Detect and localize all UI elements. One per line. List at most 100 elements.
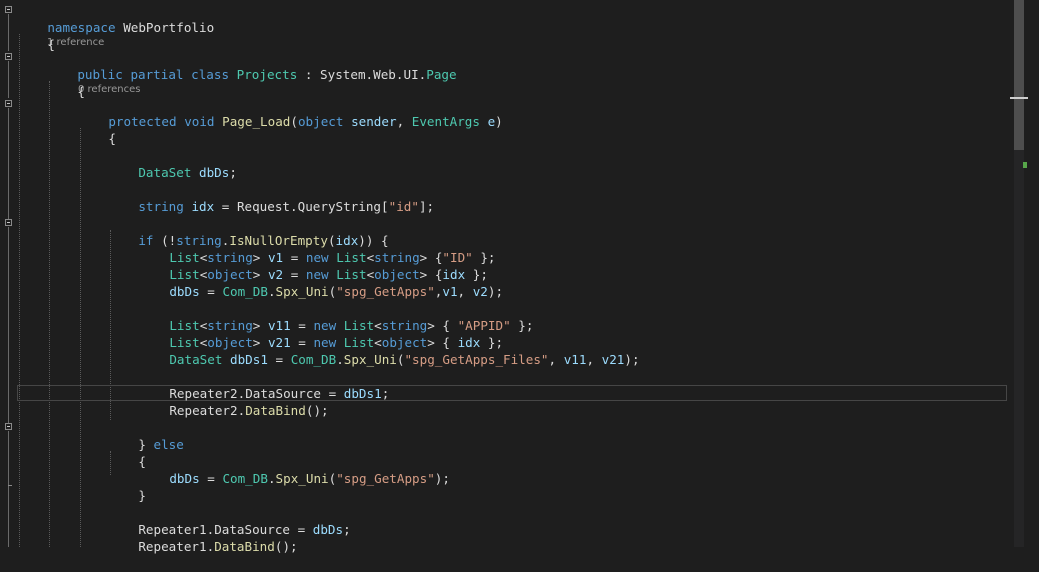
punctuation-token: ) [495,114,503,129]
scrollbar-thumb[interactable] [1014,0,1024,150]
code-line[interactable]: } else [108,419,184,452]
class-name-token: DataSet [169,352,223,367]
keyword-token: class [191,67,230,82]
code-line[interactable]: Repeater1.DataBind(); [108,521,297,554]
punctuation-token: ); [487,284,504,299]
string-token: "id" [388,199,419,214]
method-name-token: Page_Load [222,114,291,129]
class-name-token: Com_DB [222,471,268,486]
outlining-margin [0,0,17,547]
string-token: "spg_GetApps" [336,471,435,486]
codelens-class-references[interactable]: 1 reference [47,37,104,49]
keyword-token: protected [108,114,177,129]
outline-line [8,227,9,423]
brace-token: { [108,131,116,146]
code-line[interactable]: } [108,470,146,503]
punctuation-token: , [586,352,602,367]
code-line[interactable]: namespace WebPortfolio [17,2,214,35]
outline-line [8,108,9,219]
outline-line [8,431,9,485]
variable-token: v11 [563,352,587,367]
code-line[interactable]: { [17,19,55,52]
punctuation-token: ; [381,386,390,401]
code-line[interactable]: if (!string.IsNullOrEmpty(idx)) { [108,215,388,248]
indent-guide [80,128,81,547]
string-token: "spg_GetApps" [336,284,435,299]
variable-token: dbDs [312,522,344,537]
punctuation-token: . [336,352,344,367]
code-line-current[interactable]: Repeater2.DataBind(); [139,385,328,418]
variable-token: dbDs1 [230,352,268,367]
method-name-token: DataBind [245,403,306,418]
method-name-token: Spx_Uni [275,284,329,299]
operator-token: = [214,199,237,214]
collapse-if-toggle[interactable] [5,219,12,226]
punctuation-token: ); [624,352,640,367]
punctuation-token: (); [305,403,329,418]
variable-token: v2 [472,284,488,299]
punctuation-token: ( [290,114,298,129]
operator-token: = [199,284,223,299]
code-line[interactable]: List<object> v2 = new List<object> {idx … [139,249,488,282]
method-name-token: Spx_Uni [343,352,397,367]
codelens-method-references[interactable]: 0 references [78,84,141,96]
code-line[interactable]: List<object> v21 = new List<object> { id… [139,317,503,350]
code-line[interactable]: DataSet dbDs1 = Com_DB.Spx_Uni("spg_GetA… [139,334,639,367]
code-line[interactable]: List<string> v1 = new List<string> {"ID"… [139,232,495,265]
code-line[interactable]: Repeater2.DataSource = dbDs1; [139,368,389,401]
variable-token: dbDs [169,471,200,486]
code-line[interactable]: DataSet dbDs; [108,147,237,180]
code-editor[interactable]: 1 reference 0 references namespace WebPo… [0,0,1009,554]
keyword-token: void [184,114,215,129]
code-line[interactable]: protected void Page_Load(object sender, … [78,96,502,129]
punctuation-token: ; [229,165,237,180]
operator-token: = [199,471,223,486]
variable-token: v21 [601,352,625,367]
keyword-token: object [297,114,344,129]
punctuation-token: : [297,67,321,82]
class-name-token: Com_DB [222,284,268,299]
class-name-token: DataSet [138,165,192,180]
punctuation-token: , [548,352,564,367]
code-line[interactable]: { [78,113,116,146]
brace-token: } [138,488,146,503]
code-line[interactable]: string idx = Request.QueryString["id"]; [108,181,434,214]
keyword-token: string [138,199,184,214]
punctuation-token: . [365,67,374,82]
change-tracking-marker [1023,162,1027,168]
outline-line [8,486,9,547]
punctuation-token: ]; [418,199,435,214]
identifier-token: WebPortfolio [123,20,215,35]
punctuation-token: ); [434,471,450,486]
collapse-class-toggle[interactable] [5,53,12,60]
punctuation-token: . [290,199,298,214]
outline-line [8,14,9,51]
code-line[interactable]: Repeater1.DataSource = dbDs; [108,504,350,537]
class-name-token: Projects [236,67,298,82]
identifier-token: Request [236,199,291,214]
code-line[interactable]: public partial class Projects : System.W… [47,49,456,82]
punctuation-token: }; [510,318,534,333]
caret-position-marker [1010,97,1028,99]
collapse-method-toggle[interactable] [5,100,12,107]
punctuation-token: . [267,471,276,486]
class-name-token: Com_DB [290,352,337,367]
indent-guide [49,81,50,547]
identifier-token: Repeater2 [169,403,238,418]
collapse-else-toggle[interactable] [5,423,12,430]
collapse-namespace-toggle[interactable] [5,6,12,13]
outline-line [8,61,9,98]
string-token: "spg_GetApps_Files" [404,352,549,367]
code-line[interactable]: { [47,66,85,99]
code-line[interactable]: List<string> v11 = new List<string> { "A… [139,300,533,333]
code-line[interactable]: dbDs = Com_DB.Spx_Uni("spg_GetApps"); [139,453,450,486]
code-line[interactable]: { [108,436,146,469]
punctuation-token: [ [381,199,389,214]
code-line[interactable]: dbDs = Com_DB.Spx_Uni("spg_GetApps",v1, … [139,266,503,299]
